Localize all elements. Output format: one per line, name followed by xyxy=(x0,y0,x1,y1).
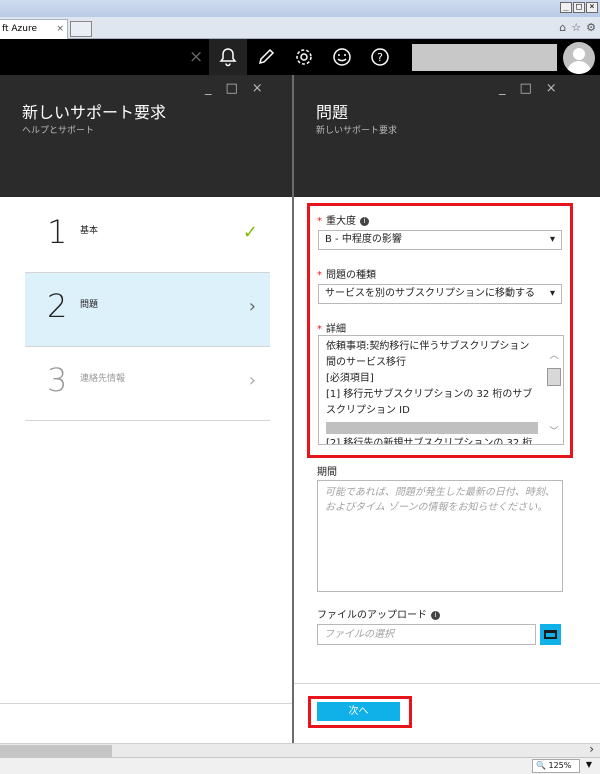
details-line: [1] 移行元サブスクリプションの 32 桁のサブ xyxy=(326,389,533,400)
tab-close-icon[interactable]: × xyxy=(56,20,64,38)
zoom-control[interactable]: 🔍 125% xyxy=(532,759,580,773)
checkmark-icon: ✓ xyxy=(242,222,258,243)
wizard-step-basics[interactable]: 1 基本 ✓ xyxy=(25,199,270,273)
pencil-icon[interactable] xyxy=(247,39,285,75)
scroll-right-icon[interactable]: › xyxy=(589,742,594,756)
step-number: 3 xyxy=(47,361,68,399)
left-blade-footer xyxy=(0,703,292,743)
severity-label: * 重大度 i xyxy=(317,212,369,227)
help-icon[interactable]: ? xyxy=(361,39,399,75)
details-label: * 詳細 xyxy=(317,320,346,335)
blade-title: 新しいサポート要求 xyxy=(22,103,167,122)
browser-title-bar: _ □ × xyxy=(0,0,600,17)
scrollbar-thumb[interactable] xyxy=(547,368,561,386)
browser-tab-bar: ft Azure × xyxy=(0,17,600,39)
details-line: スクリプション ID xyxy=(326,405,410,416)
left-blade-controls: _ □ × xyxy=(205,81,263,96)
step-number: 2 xyxy=(47,287,68,325)
new-tab-button[interactable] xyxy=(70,21,92,37)
severity-select[interactable]: B - 中程度の影響 ▾ xyxy=(318,230,562,250)
next-button[interactable]: 次へ xyxy=(317,702,400,721)
details-line: 間のサービス移行 xyxy=(326,357,406,368)
details-line: [必須項目] xyxy=(326,373,374,384)
file-select-input[interactable]: ファイルの選択 xyxy=(317,624,536,645)
info-icon[interactable]: i xyxy=(360,217,369,226)
browser-tab[interactable]: ft Azure × xyxy=(0,19,68,39)
gear-icon[interactable]: ⚙ xyxy=(586,21,596,34)
step-label: 連絡先情報 xyxy=(80,374,126,384)
issue-type-label: * 問題の種類 xyxy=(317,266,376,281)
horizontal-scrollbar[interactable]: › xyxy=(0,742,600,757)
account-info-box[interactable] xyxy=(412,44,557,71)
bell-icon[interactable] xyxy=(209,39,247,75)
maximize-blade-button[interactable]: □ xyxy=(226,81,238,96)
details-line: [2] 移行先の新規サブスクリプションの 32 桁 xyxy=(326,438,533,445)
home-icon[interactable]: ⌂ xyxy=(559,21,566,34)
zoom-dropdown-icon[interactable]: ▼ xyxy=(586,760,592,769)
close-blade-button[interactable]: × xyxy=(252,81,263,96)
chevron-down-icon: ▾ xyxy=(549,234,555,245)
step-label: 問題 xyxy=(80,300,99,310)
redacted-text xyxy=(326,422,538,434)
chevron-right-icon: › xyxy=(248,296,256,317)
star-icon[interactable]: ☆ xyxy=(571,21,581,34)
textarea-scrollbar[interactable]: ︿ ﹀ xyxy=(547,348,561,437)
chevron-down-icon: ▾ xyxy=(549,288,555,299)
step-label: 基本 xyxy=(80,226,99,236)
period-label: 期間 xyxy=(317,467,337,478)
blade-subtitle: 新しいサポート要求 xyxy=(316,126,398,136)
footer-divider xyxy=(294,683,600,684)
close-blade-button[interactable]: × xyxy=(546,81,557,96)
maximize-window-button[interactable]: □ xyxy=(573,2,585,13)
chevron-right-icon: › xyxy=(248,370,256,391)
blade-title: 問題 xyxy=(316,103,349,122)
svg-text:?: ? xyxy=(377,51,383,64)
wizard-step-contact-info[interactable]: 3 連絡先情報 › xyxy=(25,347,270,421)
file-upload-label-text: ファイルのアップロード xyxy=(317,610,427,621)
browser-toolbar-icons: ⌂ ☆ ⚙ xyxy=(559,21,596,34)
tab-title: ft Azure xyxy=(2,24,38,34)
close-window-button[interactable]: × xyxy=(586,2,598,13)
folder-browse-button[interactable] xyxy=(540,624,561,645)
gear-icon[interactable] xyxy=(285,39,323,75)
required-mark: * xyxy=(317,270,322,281)
step-number: 1 xyxy=(47,213,68,251)
browser-status-bar: 🔍 125% ▼ xyxy=(0,757,600,774)
window-controls: _ □ × xyxy=(560,2,598,13)
right-blade-controls: _ □ × xyxy=(499,81,557,96)
details-label-text: 詳細 xyxy=(326,324,346,335)
portal-top-bar: × ? xyxy=(0,39,600,75)
details-line: 依頼事項:契約移行に伴うサブスクリプション xyxy=(326,341,530,352)
details-textarea[interactable]: 依頼事項:契約移行に伴うサブスクリプション 間のサービス移行 [必須項目] [1… xyxy=(318,335,564,445)
right-blade-header: _ □ × 問題 新しいサポート要求 xyxy=(294,75,600,197)
issue-type-label-text: 問題の種類 xyxy=(326,270,376,281)
info-icon[interactable]: i xyxy=(431,611,440,620)
period-textarea[interactable]: 可能であれば、問題が発生した最新の日付、時刻、およびタイム ゾーンの情報をお知ら… xyxy=(317,480,563,592)
required-mark: * xyxy=(317,324,322,335)
left-blade-header: _ □ × 新しいサポート要求 ヘルプとサポート xyxy=(0,75,292,197)
severity-value: B - 中程度の影響 xyxy=(325,234,402,245)
close-icon[interactable]: × xyxy=(189,47,203,67)
app-window: _ □ × ft Azure × ⌂ ☆ ⚙ × ? _ □ × 新しいサポート… xyxy=(0,0,600,774)
file-upload-label: ファイルのアップロード i xyxy=(317,606,440,621)
issue-type-select[interactable]: サービスを別のサブスクリプションに移動する ▾ xyxy=(318,284,562,304)
required-mark: * xyxy=(317,216,322,227)
blade-subtitle: ヘルプとサポート xyxy=(22,126,95,136)
minimize-blade-button[interactable]: _ xyxy=(499,81,506,96)
maximize-blade-button[interactable]: □ xyxy=(520,81,532,96)
period-placeholder: 可能であれば、問題が発生した最新の日付、時刻、およびタイム ゾーンの情報をお知ら… xyxy=(325,487,555,513)
minimize-blade-button[interactable]: _ xyxy=(205,81,212,96)
minimize-window-button[interactable]: _ xyxy=(560,2,572,13)
folder-icon xyxy=(544,630,557,639)
scroll-up-icon[interactable]: ︿ xyxy=(547,348,561,361)
details-text: 依頼事項:契約移行に伴うサブスクリプション 間のサービス移行 [必須項目] [1… xyxy=(326,339,541,445)
wizard-step-problem[interactable]: 2 問題 › xyxy=(25,273,270,347)
scroll-down-icon[interactable]: ﹀ xyxy=(547,424,561,437)
scrollbar-thumb[interactable] xyxy=(0,745,112,757)
smiley-icon[interactable] xyxy=(323,39,361,75)
issue-type-value: サービスを別のサブスクリプションに移動する xyxy=(325,288,535,299)
avatar[interactable] xyxy=(563,42,595,74)
severity-label-text: 重大度 xyxy=(326,216,356,227)
